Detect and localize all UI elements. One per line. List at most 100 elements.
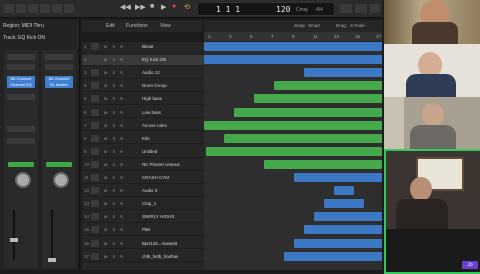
volume-fader-track[interactable] [51,210,53,260]
track-row[interactable]: 7 M S R Across rules [82,121,204,132]
editors-button[interactable] [64,4,74,13]
track-row[interactable]: 11 M S R CRASH CYM [82,173,204,184]
pan-knob[interactable] [53,172,69,188]
plugin-slot-channel-eq[interactable]: BiLChannel Channel EQ [7,76,35,88]
track-region[interactable] [204,42,382,51]
track-row[interactable]: 16 M S R Bprt125...nuewait [82,239,204,250]
track-row[interactable]: 4 M S R Drum Group [82,81,204,93]
track-region[interactable] [294,173,382,182]
notepad-button[interactable] [370,4,380,13]
track-name[interactable]: Drum Group [142,83,167,88]
track-region[interactable] [204,55,382,65]
eq-display[interactable] [7,64,35,70]
library-button[interactable] [4,4,14,13]
timeline-ruler[interactable]: 1 3 5 7 9 11 13 15 17 [204,32,382,42]
track-row[interactable]: 8 M S R Kits [82,134,204,145]
mute-solo-buttons[interactable]: M S R [104,162,125,167]
mute-solo-buttons[interactable]: M S R [104,57,125,62]
mute-solo-buttons[interactable]: M S R [104,254,125,259]
track-name[interactable]: EQ Kick ON [142,57,166,62]
track-region[interactable] [234,107,382,117]
mute-solo-buttons[interactable]: M S R [104,188,125,193]
mute-solo-buttons[interactable]: M S R [104,110,125,115]
track-name[interactable]: PBs [142,227,150,232]
track-name[interactable]: chfk_hstb_hashas [142,254,178,259]
track-row[interactable]: 10 M S R NK Phoner Uranus [82,160,204,171]
inspector-button[interactable] [16,4,26,13]
automation-read-button[interactable] [46,162,72,167]
track-name[interactable]: Across rules [142,123,167,128]
track-name[interactable]: High bass [142,96,162,101]
track-name[interactable]: Untitled [142,149,157,154]
track-header[interactable]: Track: EQ Kick ON [3,35,45,41]
mixer-button[interactable] [52,4,62,13]
volume-fader-cap[interactable] [10,238,18,242]
mute-solo-buttons[interactable]: M S R [104,136,125,141]
track-region[interactable] [294,238,382,248]
eq-display[interactable] [45,64,73,70]
track-region[interactable] [314,212,382,222]
track-region[interactable] [254,94,382,104]
track-region[interactable] [284,251,382,261]
mute-solo-buttons[interactable]: M S R [104,175,125,180]
track-row[interactable]: 12 M S R Audio 3 [82,186,204,197]
track-row[interactable]: 17 M S R chfk_hstb_hashas [82,252,204,263]
track-name[interactable]: Audio 3 [142,188,157,193]
region-header[interactable]: Region: MIDI Thru [3,23,44,29]
smart-controls-button[interactable] [40,4,50,13]
setting-slot[interactable] [45,54,73,60]
mute-solo-buttons[interactable]: M S R [104,123,125,128]
track-region[interactable] [206,146,382,156]
mute-solo-buttons[interactable]: M S R [104,44,125,49]
group-slot[interactable] [7,138,35,144]
track-region[interactable] [224,133,382,143]
setting-slot[interactable] [7,54,35,60]
edit-menu[interactable]: Edit [106,23,115,29]
mute-solo-buttons[interactable]: M S R [104,149,125,154]
drag-value[interactable]: X-Fade [350,23,365,28]
pan-knob[interactable] [15,172,31,188]
track-row[interactable]: 5 M S R High bass [82,94,204,106]
track-region[interactable] [304,68,382,78]
lcd-display[interactable]: 1 1 1 120 Cmaj 4/4 [197,2,335,16]
play-icon[interactable]: ▶ [161,3,166,11]
track-name[interactable]: NK Phoner Uranus [142,162,180,167]
tuner-button[interactable] [340,4,352,13]
track-region[interactable] [264,159,382,169]
track-row[interactable]: 9 M S R Untitled [82,147,204,158]
mute-solo-buttons[interactable]: M S R [104,227,125,232]
mute-solo-buttons[interactable]: M S R [104,96,125,101]
arrange-area[interactable] [204,20,382,270]
track-region[interactable] [324,199,364,209]
track-row[interactable]: 13 M S R Clap_1 [82,199,204,210]
sends-slot[interactable] [7,94,35,100]
mute-solo-buttons[interactable]: M S R [104,241,125,246]
mute-solo-buttons[interactable]: M S R [104,70,125,75]
cycle-icon[interactable]: ⟲ [184,3,190,11]
track-name[interactable]: CRASH CYM [142,175,169,180]
volume-fader-cap[interactable] [48,258,56,262]
forward-icon[interactable]: ▶▶ [135,3,146,11]
mute-solo-buttons[interactable]: M S R [104,214,125,219]
help-button[interactable] [28,4,38,13]
automation-read-button[interactable] [8,162,34,167]
track-name[interactable]: Low bass [142,110,161,115]
track-name[interactable]: Audio 12 [142,70,160,75]
stop-icon[interactable]: ■ [150,3,154,10]
track-region[interactable] [304,225,382,235]
track-name[interactable]: Bprt125...nuewait [142,241,177,246]
snap-value[interactable]: Smart [308,23,320,28]
track-row[interactable]: 6 M S R Low bass [82,108,204,119]
functions-menu[interactable]: Functions [126,23,148,29]
volume-fader-track[interactable] [13,210,15,260]
track-name[interactable]: SWIRLY HIGHS [142,214,174,219]
track-region[interactable] [204,120,382,130]
metronome-button[interactable] [355,4,367,13]
track-row[interactable]: 14 M S R SWIRLY HIGHS [82,212,204,224]
track-name[interactable]: Kits [142,136,150,141]
output-slot[interactable] [7,126,35,132]
record-icon[interactable]: ● [172,3,176,10]
track-region[interactable] [334,186,354,196]
view-menu[interactable]: View [160,23,171,29]
participant-badge[interactable]: Jo [462,261,478,269]
